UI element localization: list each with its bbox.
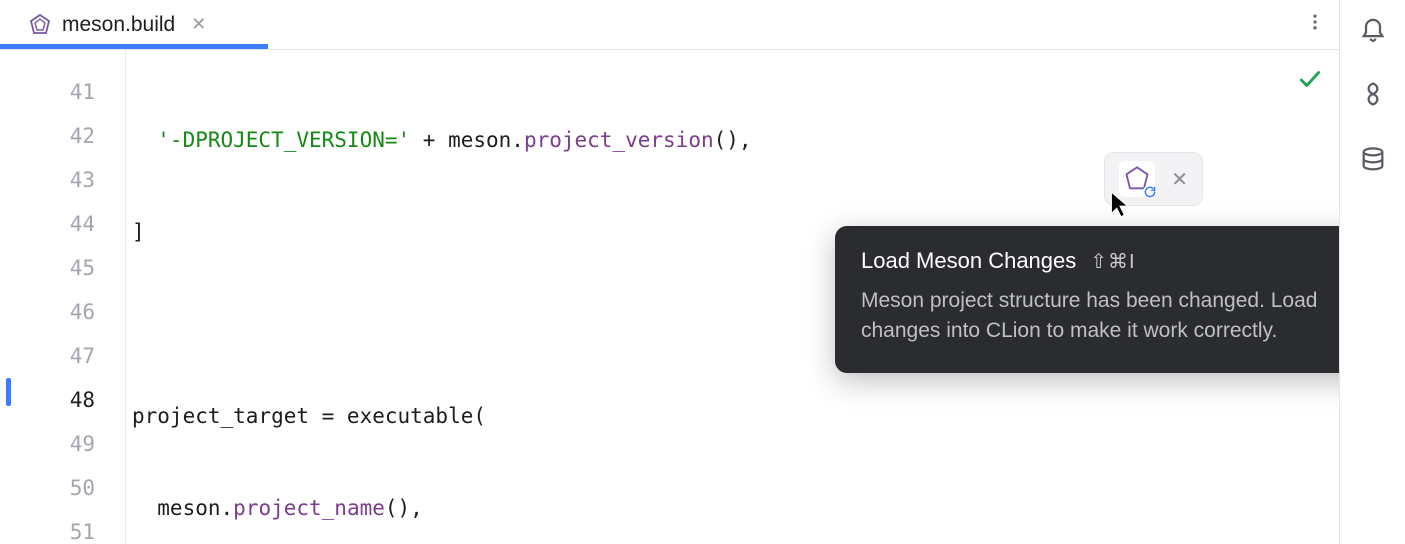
tab-meson-build[interactable]: meson.build ✕ bbox=[18, 0, 216, 49]
tab-active-indicator bbox=[0, 44, 268, 49]
database-icon[interactable] bbox=[1355, 142, 1391, 178]
tab-close-icon[interactable]: ✕ bbox=[191, 14, 206, 35]
line-number: 49 bbox=[0, 422, 125, 466]
right-tool-rail bbox=[1339, 0, 1405, 544]
line-number: 51 bbox=[0, 510, 125, 544]
tab-label: meson.build bbox=[62, 13, 175, 37]
code-line: meson.project_name(), bbox=[132, 486, 1339, 530]
line-number: 41 bbox=[0, 70, 125, 114]
line-number: 44 bbox=[0, 202, 125, 246]
tooltip-title: Load Meson Changes bbox=[861, 248, 1076, 274]
line-number: 45 bbox=[0, 246, 125, 290]
editor-main: meson.build ✕ 41 42 43 44 45 46 47 48 49… bbox=[0, 0, 1339, 544]
more-icon[interactable] bbox=[1305, 12, 1325, 37]
line-number: 48 bbox=[0, 378, 125, 422]
line-number: 46 bbox=[0, 290, 125, 334]
tooltip-shortcut: ⇧⌘I bbox=[1090, 249, 1135, 274]
editor[interactable]: 41 42 43 44 45 46 47 48 49 50 51 '-DPROJ… bbox=[0, 50, 1339, 544]
mouse-cursor-icon bbox=[1109, 190, 1131, 223]
load-changes-tooltip: Load Meson Changes ⇧⌘I Meson project str… bbox=[835, 226, 1339, 373]
reload-widget-close-icon[interactable]: ✕ bbox=[1171, 167, 1188, 192]
line-number: 42 bbox=[0, 114, 125, 158]
ai-assistant-icon[interactable] bbox=[1355, 76, 1391, 112]
code-line: project_target = executable( bbox=[132, 394, 1339, 438]
tooltip-body: Meson project structure has been changed… bbox=[861, 286, 1339, 347]
gutter: 41 42 43 44 45 46 47 48 49 50 51 bbox=[0, 50, 126, 544]
line-number: 43 bbox=[0, 158, 125, 202]
notifications-icon[interactable] bbox=[1355, 10, 1391, 46]
line-number: 47 bbox=[0, 334, 125, 378]
line-number: 50 bbox=[0, 466, 125, 510]
caret-line-marker bbox=[6, 378, 11, 406]
analysis-ok-icon[interactable] bbox=[1297, 66, 1323, 97]
meson-file-icon bbox=[28, 13, 52, 37]
tab-bar: meson.build ✕ bbox=[0, 0, 1339, 50]
tab-actions bbox=[1305, 12, 1339, 37]
